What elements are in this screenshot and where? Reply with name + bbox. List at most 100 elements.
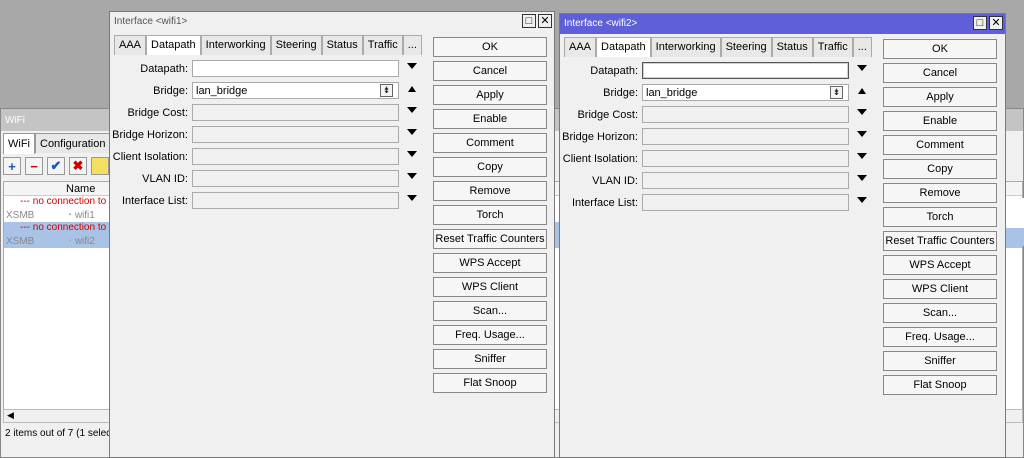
scroll-left-icon[interactable]: ◀ [7,410,14,420]
chevron-down-icon[interactable] [407,195,417,201]
close-icon[interactable]: ✕ [538,14,552,28]
chevron-down-icon[interactable] [407,173,417,179]
bridge-label: Bridge: [153,85,188,97]
interface-list-field[interactable] [192,192,399,209]
add-icon[interactable]: + [3,157,21,175]
tab-wifi[interactable]: WiFi [3,133,35,154]
comment-button[interactable]: Comment [433,133,547,153]
bridge-label: Bridge: [603,87,638,99]
vlan-id-field[interactable] [642,172,849,189]
comment-icon[interactable] [91,157,109,175]
ok-button[interactable]: OK [883,39,997,59]
apply-button[interactable]: Apply [433,85,547,105]
vlan-id-row: VLAN ID: [114,170,428,190]
bridge-horizon-label: Bridge Horizon: [112,129,188,141]
tab-steering[interactable]: Steering [720,37,772,57]
bridge-horizon-field[interactable] [642,128,849,145]
interface-list-label: Interface List: [121,195,188,207]
cancel-button[interactable]: Cancel [883,63,997,83]
freq-usage-button[interactable]: Freq. Usage... [433,325,547,345]
bridge-field[interactable]: lan_bridge ⇟ [192,82,399,99]
apply-button[interactable]: Apply [883,87,997,107]
freq-usage-button[interactable]: Freq. Usage... [883,327,997,347]
ok-button[interactable]: OK [433,37,547,57]
bridge-horizon-label: Bridge Horizon: [562,131,638,143]
chevron-up-icon[interactable] [858,88,866,94]
tab-steering[interactable]: Steering [270,35,322,55]
tab-status[interactable]: Status [321,35,363,55]
tab-aaa[interactable]: AAA [114,35,147,55]
tab-interworking[interactable]: Interworking [200,35,271,55]
wps-client-button[interactable]: WPS Client [883,279,997,299]
client-isolation-field[interactable] [642,150,849,167]
scan-button[interactable]: Scan... [883,303,997,323]
chevron-up-icon[interactable] [408,86,416,92]
tab-more[interactable]: ... [402,35,422,55]
tab-datapath[interactable]: Datapath [596,37,651,58]
tab-datapath[interactable]: Datapath [146,35,201,56]
cancel-button[interactable]: Cancel [433,61,547,81]
tab-interworking[interactable]: Interworking [650,37,721,57]
chevron-down-icon[interactable] [857,131,867,137]
flat-snoop-button[interactable]: Flat Snoop [883,375,997,395]
bridge-field[interactable]: lan_bridge ⇟ [642,84,849,101]
enable-button[interactable]: Enable [883,111,997,131]
enable-check-icon[interactable]: ✔ [47,157,65,175]
chevron-down-icon[interactable] [407,63,417,69]
dropdown-select-icon[interactable]: ⇟ [830,86,843,99]
copy-button[interactable]: Copy [883,159,997,179]
action-buttons: OK Cancel Apply Enable Comment Copy Remo… [883,39,997,395]
tab-traffic[interactable]: Traffic [812,37,853,57]
sniffer-button[interactable]: Sniffer [433,349,547,369]
datapath-field[interactable] [642,62,849,79]
reset-traffic-counters-button[interactable]: Reset Traffic Counters [433,229,547,249]
tab-status[interactable]: Status [771,37,813,57]
datapath-field[interactable] [192,60,399,77]
copy-button[interactable]: Copy [433,157,547,177]
chevron-down-icon[interactable] [857,65,867,71]
chevron-down-icon[interactable] [857,153,867,159]
scan-button[interactable]: Scan... [433,301,547,321]
wifi-icon: ◔ [66,236,75,247]
bridge-horizon-field[interactable] [192,126,399,143]
chevron-down-icon[interactable] [407,129,417,135]
disable-cross-icon[interactable]: ✖ [69,157,87,175]
bridge-value: lan_bridge [196,85,248,97]
wps-accept-button[interactable]: WPS Accept [883,255,997,275]
remove-button[interactable]: Remove [883,183,997,203]
chevron-down-icon[interactable] [857,197,867,203]
dropdown-select-icon[interactable]: ⇟ [380,84,393,97]
tab-configuration[interactable]: Configuration [35,133,111,153]
torch-button[interactable]: Torch [883,207,997,227]
wps-client-button[interactable]: WPS Client [433,277,547,297]
dialog-tabs: AAA Datapath Interworking Steering Statu… [564,37,872,58]
tab-more[interactable]: ... [852,37,872,57]
bridge-cost-field[interactable] [642,106,849,123]
close-icon[interactable]: ✕ [989,16,1003,30]
flat-snoop-button[interactable]: Flat Snoop [433,373,547,393]
vlan-id-field[interactable] [192,170,399,187]
client-isolation-field[interactable] [192,148,399,165]
reset-traffic-counters-button[interactable]: Reset Traffic Counters [883,231,997,251]
comment-button[interactable]: Comment [883,135,997,155]
tab-aaa[interactable]: AAA [564,37,597,57]
wps-accept-button[interactable]: WPS Accept [433,253,547,273]
chevron-down-icon[interactable] [857,175,867,181]
row-name: ◔ wifi1 [66,210,95,221]
chevron-down-icon[interactable] [407,107,417,113]
sniffer-button[interactable]: Sniffer [883,351,997,371]
bridge-cost-label: Bridge Cost: [127,107,188,119]
bridge-cost-row: Bridge Cost: [114,104,428,124]
remove-icon[interactable]: − [25,157,43,175]
torch-button[interactable]: Torch [433,205,547,225]
maximize-icon[interactable]: □ [973,16,987,30]
tab-traffic[interactable]: Traffic [362,35,403,55]
remove-button[interactable]: Remove [433,181,547,201]
maximize-icon[interactable]: □ [522,14,536,28]
chevron-down-icon[interactable] [857,109,867,115]
chevron-down-icon[interactable] [407,151,417,157]
bridge-cost-field[interactable] [192,104,399,121]
interface-list-field[interactable] [642,194,849,211]
enable-button[interactable]: Enable [433,109,547,129]
column-name-header[interactable]: Name [66,183,95,195]
